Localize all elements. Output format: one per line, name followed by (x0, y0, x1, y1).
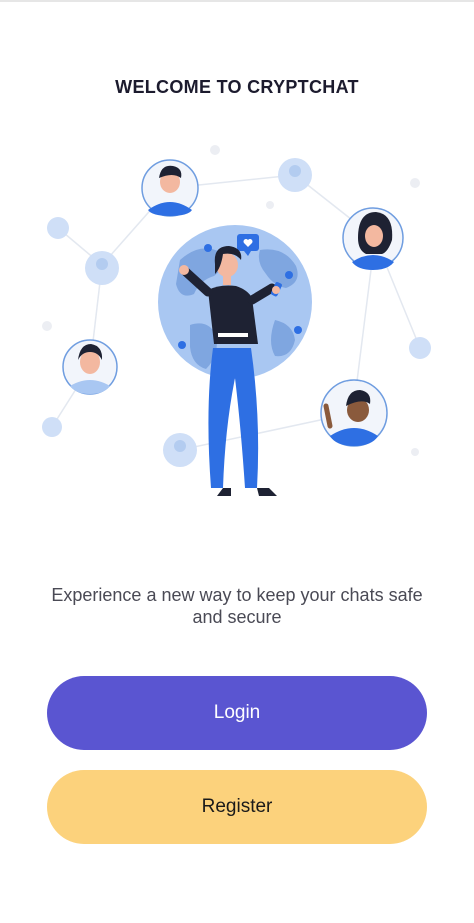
welcome-title: WELCOME TO CRYPTCHAT (115, 77, 359, 97)
login-button[interactable]: Login (47, 676, 427, 750)
status-divider (0, 0, 474, 2)
register-button[interactable]: Register (47, 770, 427, 844)
tagline-text: Experience a new way to keep your chats … (51, 585, 423, 627)
hero-illustration (30, 130, 450, 510)
